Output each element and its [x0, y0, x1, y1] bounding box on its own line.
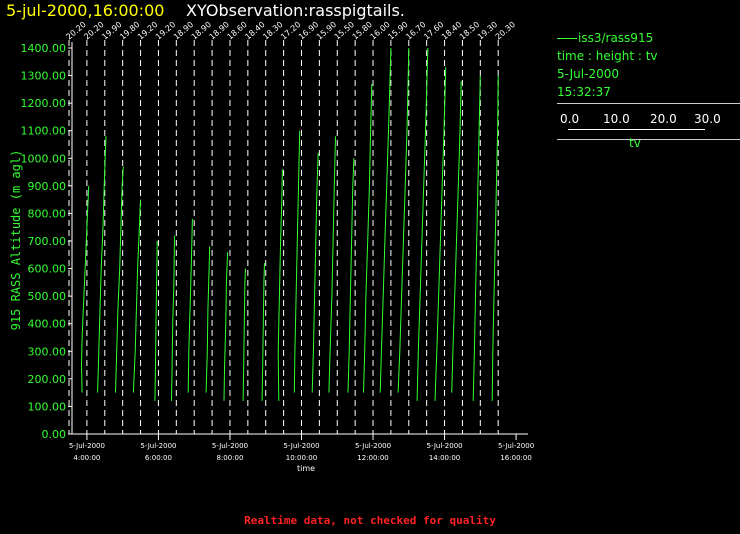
profile-trace [223, 251, 229, 401]
profile-trace [132, 199, 141, 393]
profile-trace [205, 246, 211, 393]
header-title: XYObservation:rasspigtails. [186, 1, 405, 20]
x-tick-label-date: 5-Jul-2000 [355, 442, 391, 450]
x-tick-label-date: 5-Jul-2000 [212, 442, 248, 450]
y-tick-label: 1200.00 [21, 97, 67, 110]
legend-series: iss3/rass915 [557, 29, 740, 47]
profile-trace [187, 218, 193, 393]
y-tick-label: 200.00 [28, 373, 67, 386]
profile-trace [347, 158, 355, 393]
profile-trace [451, 81, 462, 393]
x-axis-label: time [297, 464, 315, 473]
legend-date: 5-Jul-2000 [557, 67, 619, 81]
scale-tick-3: 30.0 [694, 112, 721, 126]
profile-trace [242, 268, 246, 401]
scale-tick-1: 10.0 [603, 112, 630, 126]
x-tick-label-time: 6:00:00 [145, 454, 172, 462]
legend-scale-separator [557, 139, 740, 140]
x-tick-label-time: 4:00:00 [73, 454, 100, 462]
y-tick-label: 1400.00 [21, 42, 67, 55]
y-axis-ticks: 0.00 100.00 200.00 300.00 400.00 500.00 600.00… [21, 42, 72, 441]
x-tick-label-time: 16:00:00 [500, 454, 531, 462]
y-tick-label: 500.00 [28, 290, 67, 303]
y-tick-label: 1100.00 [21, 125, 67, 138]
profile-trace [491, 75, 499, 401]
y-tick-label: 1000.00 [21, 152, 67, 165]
profile-trace [80, 185, 90, 393]
x-tick-label-date: 5-Jul-2000 [426, 442, 462, 450]
x-tick-label-time: 8:00:00 [216, 454, 243, 462]
y-tick-label: 800.00 [28, 207, 67, 220]
y-tick-label: 300.00 [28, 345, 67, 358]
profile-time-gridlines [68, 40, 499, 434]
profile-trace [328, 136, 336, 393]
profile-trace [154, 240, 158, 401]
profile-trace [277, 169, 283, 401]
x-axis-ticks: 5-Jul-2000 4:00:00 5-Jul-2000 6:00:00 5-Jul-… [69, 434, 534, 462]
x-tick-label-time: 14:00:00 [429, 454, 460, 462]
profile-value-labels: 20.2020.2019.9019.8019.2019.2018.9018.90… [65, 20, 518, 42]
profile-trace [379, 47, 392, 393]
y-tick-label: 600.00 [28, 263, 67, 276]
header-datetime: 5-jul-2000,16:00:00 [6, 1, 165, 20]
legend-scale: 0.0 10.0 20.0 30.0 tv [557, 112, 740, 156]
profile-trace [363, 83, 373, 393]
y-axis-label: 915 RASS Altitude (m agl) [9, 150, 23, 331]
legend-separator [557, 103, 740, 104]
y-tick-label: 100.00 [28, 400, 67, 413]
legend-scale-label: tv [629, 136, 641, 150]
legend-series-label: iss3/rass915 [578, 31, 654, 45]
profile-trace [397, 47, 410, 393]
y-tick-label: 400.00 [28, 318, 67, 331]
profile-value-label: 20.30 [494, 20, 517, 42]
x-tick-label-time: 12:00:00 [357, 454, 388, 462]
y-tick-label: 700.00 [28, 235, 67, 248]
profile-trace [115, 166, 124, 393]
profile-trace [293, 130, 301, 393]
profile-traces [71, 47, 499, 407]
profile-trace [261, 263, 265, 401]
legend-line-swatch [557, 38, 577, 39]
profile-trace [171, 235, 175, 401]
scale-tick-0: 0.0 [560, 112, 580, 126]
legend-scale-bar [568, 129, 705, 130]
y-tick-label: 1300.00 [21, 70, 67, 83]
quality-warning: Realtime data, not checked for quality [244, 514, 496, 527]
y-tick-label: 0.00 [42, 428, 67, 441]
x-tick-label-time: 10:00:00 [286, 454, 317, 462]
x-tick-label-date: 5-Jul-2000 [69, 442, 105, 450]
scale-tick-2: 20.0 [650, 112, 677, 126]
x-tick-label-date: 5-Jul-2000 [498, 442, 534, 450]
legend-params: time : height : tv [557, 49, 658, 63]
x-tick-label-date: 5-Jul-2000 [140, 442, 176, 450]
legend-time: 15:32:37 [557, 85, 611, 99]
y-tick-label: 900.00 [28, 180, 67, 193]
legend-panel: iss3/rass915 time : height : tv 5-Jul-20… [557, 29, 740, 156]
x-tick-label-date: 5-Jul-2000 [283, 442, 319, 450]
profile-trace [472, 75, 481, 401]
profile-trace [311, 152, 319, 393]
